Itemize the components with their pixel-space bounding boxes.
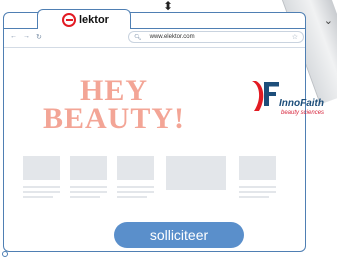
placeholder-line xyxy=(117,191,154,193)
placeholder-line xyxy=(23,186,60,188)
address-bar[interactable]: 🔍︎ www.elektor.com ☆ xyxy=(128,31,304,43)
search-icon: 🔍︎ xyxy=(134,34,142,41)
forward-arrow-icon[interactable]: → xyxy=(23,33,30,41)
placeholder-line xyxy=(239,191,276,193)
placeholder-line xyxy=(70,191,107,193)
placeholder-block xyxy=(166,156,226,190)
apply-button[interactable]: solliciteer xyxy=(114,222,244,248)
nav-controls: ← → ↻ xyxy=(10,33,42,41)
back-arrow-icon[interactable]: ← xyxy=(10,33,17,41)
placeholder-block xyxy=(23,156,60,180)
url-text: www.elektor.com xyxy=(149,34,195,40)
tab-title: lektor xyxy=(79,13,109,26)
brand-name: InnoFaith xyxy=(279,98,324,109)
placeholder-block xyxy=(70,156,107,180)
toolbar-divider xyxy=(4,47,305,48)
placeholder-line xyxy=(117,186,154,188)
headline-line-2: BEAUTY! xyxy=(42,102,185,135)
ad-headline: HEY BEAUTY! xyxy=(34,74,194,135)
browser-tab[interactable]: lektor xyxy=(37,9,131,29)
cursor-icon: ⬍ xyxy=(163,0,174,13)
placeholder-line xyxy=(239,186,276,188)
placeholder-block xyxy=(239,156,276,180)
elektor-logo-icon xyxy=(62,12,76,27)
chevron-icon: ⌄ xyxy=(323,15,333,27)
brand-tagline: beauty sciences xyxy=(281,110,325,116)
star-icon[interactable]: ☆ xyxy=(292,33,298,41)
browser-window: lektor ← → ↻ 🔍︎ www.elektor.com ☆ HEY BE… xyxy=(3,9,324,252)
placeholder-line xyxy=(23,191,60,193)
innofaith-mark-icon xyxy=(252,81,279,111)
placeholder-line xyxy=(70,186,107,188)
placeholder-line xyxy=(23,196,53,198)
placeholder-line xyxy=(70,196,100,198)
window-corner-dot xyxy=(2,251,8,257)
headline-line-1: HEY xyxy=(79,74,148,107)
innofaith-logo: InnoFaith beauty sciences xyxy=(250,79,337,129)
placeholder-line xyxy=(117,196,147,198)
reload-icon[interactable]: ↻ xyxy=(36,33,42,41)
placeholder-block xyxy=(117,156,154,180)
placeholder-line xyxy=(239,196,269,198)
